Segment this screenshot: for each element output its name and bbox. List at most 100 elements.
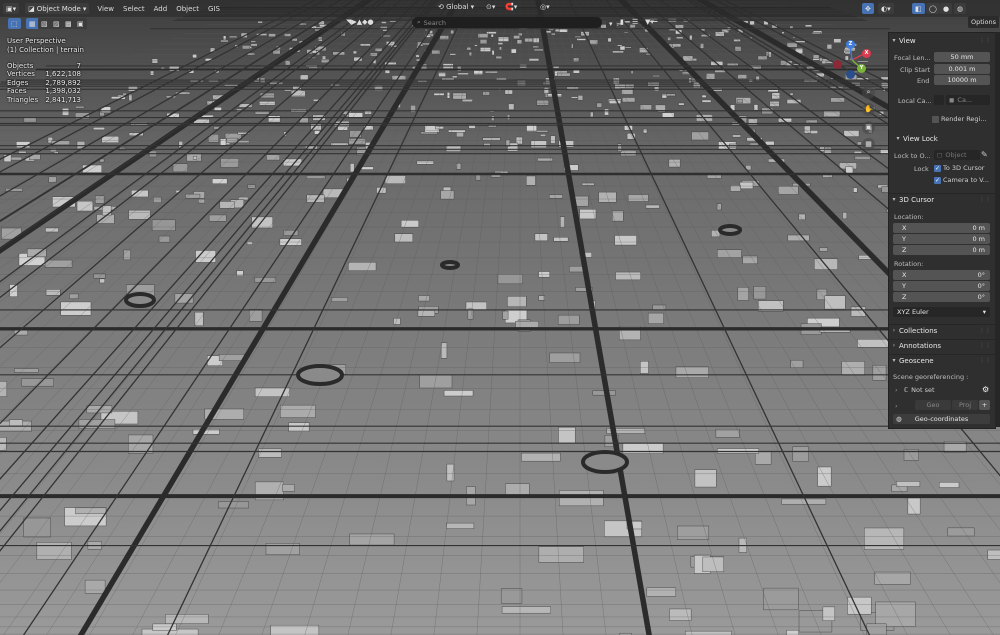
- menu-gis[interactable]: GIS: [208, 5, 220, 13]
- cursor-location-x-field[interactable]: X 0 m: [893, 223, 990, 233]
- menu-add[interactable]: Add: [154, 5, 168, 13]
- overlays-toggle-button[interactable]: ◐▾: [878, 3, 894, 14]
- transform-orientation-dropdown[interactable]: ⟲ Global ▾: [438, 3, 474, 11]
- select-mode-intersect-icon[interactable]: ▣: [74, 18, 87, 29]
- eyedropper-icon[interactable]: ✎: [981, 150, 988, 159]
- list-icon[interactable]: ☰: [632, 18, 638, 26]
- shading-material-button[interactable]: ◍: [954, 3, 967, 14]
- navigation-gizmo[interactable]: X Y Z: [828, 38, 876, 82]
- funnel-icon[interactable]: ▼▾: [645, 18, 654, 26]
- lock-object-placeholder: Object: [945, 151, 967, 159]
- object-mode-icon: ◪: [28, 4, 35, 13]
- cursor-location-y-field[interactable]: Y 0 m: [893, 234, 990, 244]
- scene-statistics: Objects 7 Vertices 1,622,108 Edges 2,789,89…: [7, 62, 81, 104]
- stat-value: 1,622,108: [45, 70, 81, 79]
- gizmo-neg-z-axis[interactable]: [846, 70, 855, 79]
- drag-handle-icon[interactable]: ⋮⋮: [979, 342, 991, 349]
- proportional-edit-toggle[interactable]: ◎▾: [540, 3, 550, 11]
- render-region-checkbox[interactable]: Render Regi...: [932, 115, 987, 123]
- local-camera-field[interactable]: ◼ Ca...: [946, 95, 990, 105]
- crs-value: Not set: [911, 386, 935, 394]
- proj-button[interactable]: Proj: [952, 400, 978, 410]
- sidebar-tab-strip[interactable]: [995, 32, 1000, 427]
- focal-length-field[interactable]: 50 mm: [934, 52, 990, 62]
- section-view-lock-header[interactable]: ▾ View Lock: [889, 133, 995, 144]
- lock-to-object-field[interactable]: ◻ Object: [934, 150, 980, 160]
- select-mode-invert-icon[interactable]: ▩: [62, 18, 75, 29]
- 3d-viewport[interactable]: [0, 0, 1000, 635]
- select-mode-subtract-icon[interactable]: ▨: [50, 18, 63, 29]
- section-collections-header[interactable]: › Collections ⋮⋮: [889, 324, 995, 336]
- checkmark-icon: ✓: [934, 164, 941, 172]
- globe-icon: ◍: [896, 415, 902, 423]
- cursor-rotation-x-field[interactable]: X 0°: [893, 270, 990, 280]
- add-georef-button[interactable]: +: [979, 400, 990, 410]
- section-3d-cursor-header[interactable]: ▾ 3D Cursor ⋮⋮: [889, 193, 995, 205]
- section-view-header[interactable]: ▾ View ⋮⋮: [889, 35, 995, 46]
- search-input[interactable]: ⌕ Search: [412, 17, 602, 28]
- select-box-tool-icon[interactable]: ⬚: [8, 18, 21, 29]
- cursor-location-z-field[interactable]: Z 0 m: [893, 245, 990, 255]
- camera-icon: ◼: [949, 96, 955, 104]
- expand-icon[interactable]: ›: [895, 386, 898, 394]
- stat-edges: Edges 2,789,892: [7, 79, 81, 87]
- gizmo-y-axis[interactable]: Y: [857, 64, 866, 73]
- rotation-mode-dropdown[interactable]: XYZ Euler ▾: [893, 307, 990, 317]
- clip-end-field[interactable]: 10000 m: [934, 75, 990, 85]
- camera-icon[interactable]: ▣: [862, 121, 875, 134]
- section-title: View: [899, 36, 916, 45]
- zoom-icon[interactable]: ⌕: [862, 86, 875, 99]
- gear-icon[interactable]: ⚙: [982, 385, 989, 394]
- render-region-label: Render Regi...: [941, 115, 987, 123]
- axis-value: 0°: [977, 282, 985, 290]
- menu-object[interactable]: Object: [176, 5, 199, 13]
- perspective-grid-icon[interactable]: ▦: [862, 138, 875, 151]
- cursor-rotation-y-field[interactable]: Y 0°: [893, 281, 990, 291]
- lock-to-3d-cursor-checkbox[interactable]: ✓ To 3D Cursor: [934, 164, 984, 172]
- chevron-down-icon: ▾: [82, 4, 87, 13]
- section-geoscene-header[interactable]: ▾ Geoscene ⋮⋮: [889, 354, 995, 366]
- view-name: User Perspective: [7, 37, 66, 45]
- geo-button[interactable]: Geo: [915, 400, 951, 410]
- shading-wireframe-button[interactable]: ◯: [926, 3, 940, 14]
- pivot-point-dropdown[interactable]: ⊙▾: [486, 3, 495, 11]
- gizmo-z-axis[interactable]: Z: [846, 40, 855, 49]
- checkbox-icon: [932, 115, 939, 123]
- axis-value: 0°: [977, 293, 985, 301]
- filter-dropdown[interactable]: ▾: [606, 18, 616, 29]
- viewport-filter-icons[interactable]: ◥▶▲◆●: [346, 18, 374, 26]
- menu-select[interactable]: Select: [123, 5, 145, 13]
- drag-handle-icon[interactable]: ⋮⋮: [979, 196, 991, 203]
- gizmo-toggle-button[interactable]: ✥: [862, 3, 874, 14]
- crs-row: › ℂ Not set ⚙: [895, 385, 990, 394]
- section-title: 3D Cursor: [899, 195, 935, 204]
- axis-value: 0 m: [972, 235, 985, 243]
- drag-handle-icon[interactable]: ⋮⋮: [979, 327, 991, 334]
- xray-toggle-button[interactable]: ◧: [912, 3, 925, 14]
- drag-handle-icon[interactable]: ⋮⋮: [979, 357, 991, 364]
- cursor-rotation-z-field[interactable]: Z 0°: [893, 292, 990, 302]
- geo-coordinates-button[interactable]: ◍ Geo-coordinates: [893, 414, 990, 424]
- drag-handle-icon[interactable]: ⋮⋮: [979, 37, 991, 44]
- menu-view[interactable]: View: [97, 5, 114, 13]
- select-mode-extend-icon[interactable]: ▧: [38, 18, 51, 29]
- lock-camera-to-view-checkbox[interactable]: ✓ Camera to V...: [934, 176, 989, 184]
- mode-dropdown[interactable]: ◪ Object Mode ▾: [25, 3, 90, 14]
- stat-faces: Faces 1,398,032: [7, 87, 81, 95]
- snap-toggle[interactable]: 🧲▾: [505, 3, 517, 11]
- select-mode-new-icon[interactable]: ▦: [26, 18, 39, 29]
- crs-icon: ℂ: [903, 386, 909, 394]
- axis-label: X: [902, 271, 907, 279]
- local-camera-toggle[interactable]: [934, 95, 944, 105]
- pan-hand-icon[interactable]: ✋: [862, 103, 875, 116]
- local-camera-label: Local Ca...: [898, 97, 932, 105]
- section-annotations-header[interactable]: › Annotations ⋮⋮: [889, 339, 995, 351]
- clip-start-field[interactable]: 0.001 m: [934, 64, 990, 74]
- shading-solid-button[interactable]: ●: [940, 3, 953, 14]
- editor-type-button[interactable]: ▣▾: [3, 3, 20, 14]
- bookmark-icon[interactable]: ▮: [620, 18, 624, 26]
- expand-icon[interactable]: ›: [895, 402, 898, 410]
- clip-end-label: End: [917, 77, 930, 85]
- gizmo-x-axis[interactable]: X: [862, 49, 871, 58]
- gizmo-neg-x-axis[interactable]: [833, 60, 842, 69]
